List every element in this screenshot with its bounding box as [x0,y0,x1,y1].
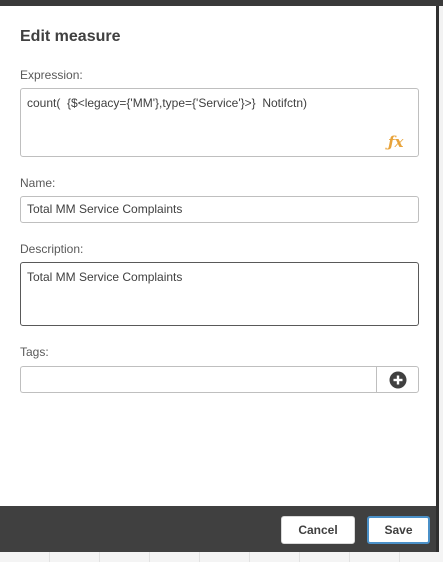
name-label: Name: [20,176,56,190]
expression-text[interactable]: count( {$<legacy={'MM'},type={'Service'}… [27,96,307,110]
dialog-footer: Cancel Save [0,506,436,552]
description-field[interactable]: Total MM Service Complaints [20,262,419,326]
expression-field[interactable]: count( {$<legacy={'MM'},type={'Service'}… [20,88,419,157]
tags-input[interactable] [20,366,377,393]
save-button[interactable]: Save [367,516,430,544]
add-tag-button[interactable] [376,366,419,393]
edit-measure-dialog: Edit measure Expression: count( {$<legac… [0,6,439,552]
dialog-title: Edit measure [20,28,121,45]
name-field[interactable]: Total MM Service Complaints [20,196,419,223]
tags-label: Tags: [20,345,49,359]
plus-circle-icon [389,371,406,388]
description-label: Description: [20,242,84,256]
expression-label: Expression: [20,68,83,82]
cancel-button[interactable]: Cancel [281,516,355,544]
fx-expression-editor-icon[interactable]: ƒx [388,134,408,150]
